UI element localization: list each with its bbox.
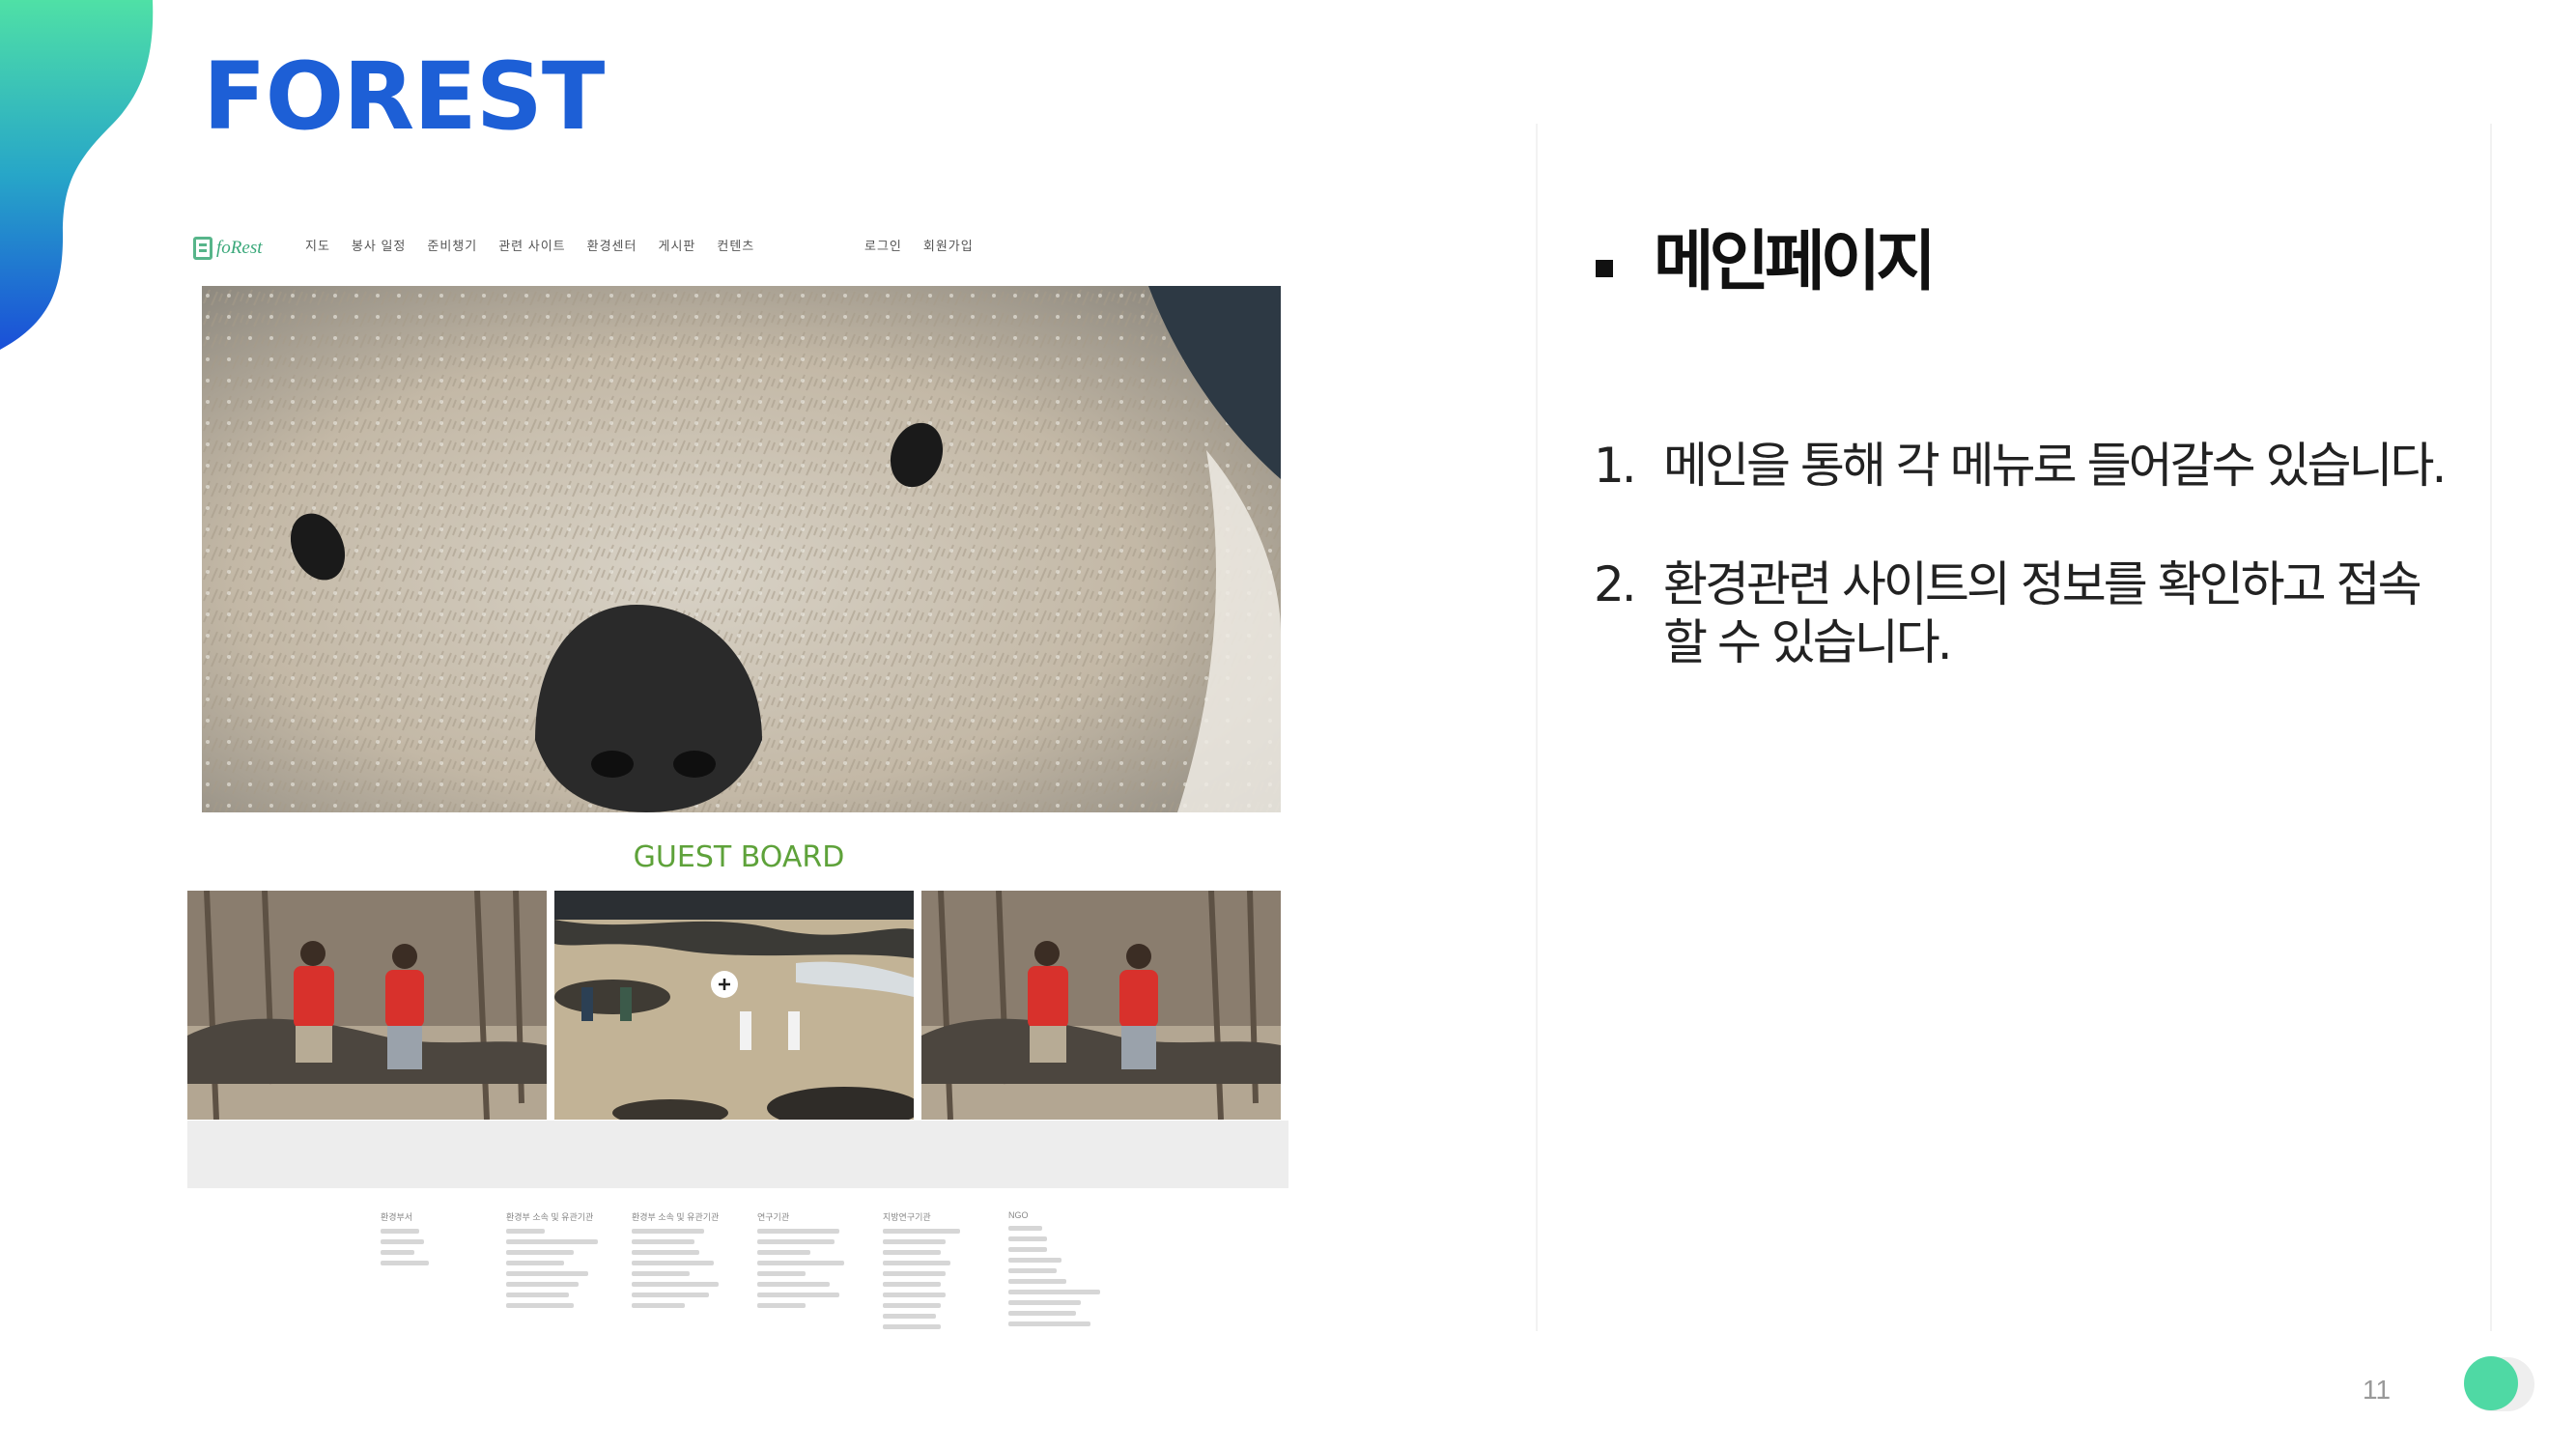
nav-item[interactable]: 준비챙기 — [427, 236, 477, 254]
footer-column-heading: 지방연구기관 — [883, 1212, 931, 1222]
footer-column: 환경부 소속 및 유관기관 — [632, 1210, 728, 1335]
content-band — [187, 1121, 1288, 1188]
footer-column: 환경부서 — [381, 1210, 477, 1335]
list-item: 1. 메인을 통해 각 메뉴로 들어갈수 있습니다. — [1594, 437, 2455, 495]
site-nav-account: 로그인 회원가입 — [864, 236, 974, 254]
guest-photo-1[interactable] — [187, 891, 547, 1120]
toggle-knob-icon — [2464, 1356, 2518, 1410]
footer-column-heading: 환경부 소속 및 유관기관 — [632, 1212, 720, 1222]
guest-photo-2[interactable] — [554, 891, 914, 1120]
footer-column: 연구기관 — [757, 1210, 854, 1335]
list-item-number: 2. — [1594, 556, 1637, 612]
panel-divider-left — [1536, 124, 1538, 1331]
nav-item[interactable]: 컨텐츠 — [717, 236, 754, 254]
section-heading: 메인페이지 — [1654, 224, 1937, 300]
nav-item[interactable]: 지도 — [305, 236, 330, 254]
footer-column: 지방연구기관 — [883, 1210, 979, 1335]
site-nav: 지도 봉사 일정 준비챙기 관련 사이트 환경센터 게시판 컨텐츠 — [305, 236, 754, 254]
signup-link[interactable]: 회원가입 — [923, 236, 974, 254]
footer-column: 환경부 소속 및 유관기관 — [506, 1210, 603, 1335]
slide-title: FOREST — [203, 43, 605, 151]
site-logo: foRest — [193, 232, 263, 265]
nav-item[interactable]: 환경센터 — [587, 236, 637, 254]
guest-photo-3[interactable] — [921, 891, 1281, 1120]
guest-board-title: GUEST BOARD — [633, 840, 845, 874]
footer-column-heading: 연구기관 — [757, 1212, 790, 1222]
nav-item[interactable]: 게시판 — [658, 236, 695, 254]
page-number: 11 — [2363, 1375, 2392, 1405]
list-item-text: 환경관련 사이트의 정보를 확인하고 접속 할 수 있습니다. — [1663, 556, 2422, 670]
nav-item[interactable]: 봉사 일정 — [352, 236, 406, 254]
hero-image — [202, 286, 1281, 812]
footer-column-heading: 환경부서 — [381, 1212, 413, 1222]
list-item-text: 메인을 통해 각 메뉴로 들어갈수 있습니다. — [1663, 438, 2447, 494]
logo-mark-icon — [193, 237, 212, 260]
site-footer-links: 환경부서 환경부 소속 및 유관기관 환경부 소속 및 유관기관 연구기관 지방… — [381, 1210, 1105, 1335]
bullet-square-icon — [1596, 260, 1613, 277]
footer-column-heading: 환경부 소속 및 유관기관 — [506, 1212, 594, 1222]
site-logo-text: foRest — [216, 238, 263, 258]
nav-item[interactable]: 관련 사이트 — [498, 236, 565, 254]
list-item-number: 1. — [1594, 438, 1637, 494]
footer-column: NGO — [1008, 1210, 1105, 1335]
login-link[interactable]: 로그인 — [864, 236, 902, 254]
panel-divider-right — [2490, 124, 2492, 1331]
list-item: 2. 환경관련 사이트의 정보를 확인하고 접속 할 수 있습니다. — [1594, 555, 2455, 671]
footer-column-heading: NGO — [1008, 1210, 1029, 1220]
decorative-gradient-shape — [0, 0, 154, 350]
